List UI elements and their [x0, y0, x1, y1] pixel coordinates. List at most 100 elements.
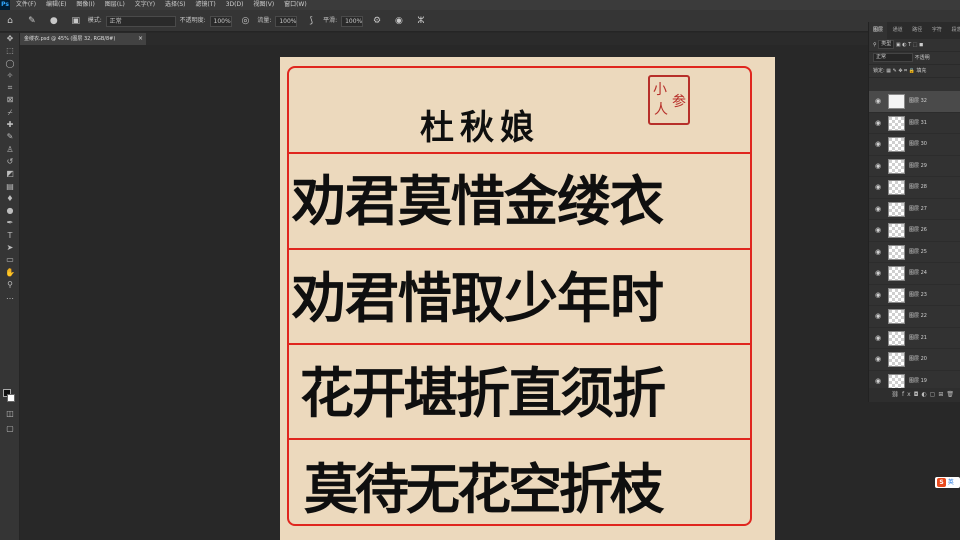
opacity-field[interactable]: 100%: [209, 15, 232, 27]
visibility-eye-icon[interactable]: ◉: [875, 205, 881, 213]
layer-name[interactable]: 图层 30: [909, 140, 927, 148]
blur-tool-icon[interactable]: ♦: [0, 193, 20, 205]
layer-name[interactable]: 图层 28: [909, 183, 927, 191]
ime-indicator[interactable]: S 英: [935, 477, 960, 488]
menu-window[interactable]: 窗口(W): [280, 0, 311, 10]
menu-edit[interactable]: 编辑(E): [42, 0, 70, 10]
close-icon[interactable]: ×: [138, 33, 143, 45]
layer-row[interactable]: ◉ 图层 27: [869, 199, 960, 220]
visibility-eye-icon[interactable]: ◉: [875, 97, 881, 105]
layer-row[interactable]: ◉ 图层 20: [869, 349, 960, 371]
eraser-tool-icon[interactable]: ◩: [0, 168, 20, 180]
layers-panel-footer[interactable]: ⛓fx◘◐▢⊞🗑: [869, 388, 960, 402]
layer-row[interactable]: ◉ 图层 22: [869, 306, 960, 328]
document-tab[interactable]: 金缕衣.psd @ 45% (图层 32, RGB/8#) ×: [20, 33, 146, 45]
type-tool-icon[interactable]: T: [0, 230, 20, 242]
layer-row[interactable]: ◉ 图层 31: [869, 113, 960, 134]
document-canvas[interactable]: 杜秋娘 小 人 参 劝君莫惜金缕衣 劝君惜取少年时 花开堪折直须折 莫待无花空折…: [280, 57, 775, 540]
move-tool-icon[interactable]: ✥: [0, 33, 20, 45]
layer-name[interactable]: 图层 25: [909, 248, 927, 256]
background-color-swatch[interactable]: [7, 394, 15, 402]
tab-character[interactable]: 字符: [928, 22, 946, 39]
visibility-eye-icon[interactable]: ◉: [875, 248, 881, 256]
eyedropper-tool-icon[interactable]: ⌿: [0, 107, 20, 119]
layer-row[interactable]: ◉ 图层 26: [869, 220, 960, 242]
layer-name[interactable]: 图层 19: [909, 377, 927, 385]
lock-icons[interactable]: ▦ ✎ ✥ ⌗ 🔒: [886, 68, 915, 74]
visibility-eye-icon[interactable]: ◉: [875, 183, 881, 191]
tab-layers[interactable]: 图层: [869, 22, 888, 39]
menu-type[interactable]: 文字(Y): [131, 0, 159, 10]
pressure-opacity-icon[interactable]: ◎: [239, 15, 251, 27]
quick-mask-icon[interactable]: ◫: [0, 408, 20, 420]
brush-size-icon[interactable]: ●: [48, 15, 60, 27]
clone-stamp-tool-icon[interactable]: ♙: [0, 144, 20, 156]
shape-tool-icon[interactable]: ▭: [0, 254, 20, 266]
layer-filter-select[interactable]: 类型: [878, 40, 895, 49]
visibility-eye-icon[interactable]: ◉: [875, 140, 881, 148]
pen-tool-icon[interactable]: ✒: [0, 217, 20, 229]
menu-view[interactable]: 视图(V): [249, 0, 278, 10]
lasso-tool-icon[interactable]: ◯: [0, 58, 20, 70]
visibility-eye-icon[interactable]: ◉: [875, 312, 881, 320]
history-brush-tool-icon[interactable]: ↺: [0, 156, 20, 168]
layer-row[interactable]: ◉ 图层 21: [869, 328, 960, 349]
filter-icons[interactable]: ▣ ◐ T ⬚ ◼: [896, 42, 923, 48]
menu-select[interactable]: 选择(S): [161, 0, 190, 10]
layer-row[interactable]: ◉ 图层 29: [869, 156, 960, 177]
tab-channels[interactable]: 通道: [889, 22, 907, 39]
visibility-eye-icon[interactable]: ◉: [875, 291, 881, 299]
layer-row[interactable]: ◉ 图层 32: [869, 91, 960, 113]
healing-brush-tool-icon[interactable]: ✚: [0, 119, 20, 131]
layer-row[interactable]: ◉ 图层 24: [869, 263, 960, 285]
airbrush-icon[interactable]: ⟆: [305, 15, 317, 27]
layer-name[interactable]: 图层 29: [909, 162, 927, 170]
layer-name[interactable]: 图层 26: [909, 226, 927, 234]
layer-name[interactable]: 图层 27: [909, 205, 927, 213]
brush-tool-icon[interactable]: ✎: [0, 131, 20, 143]
visibility-eye-icon[interactable]: ◉: [875, 269, 881, 277]
screen-mode-icon[interactable]: ▢: [0, 423, 20, 435]
blend-mode-select[interactable]: 正常: [873, 53, 913, 62]
edit-toolbar-icon[interactable]: …: [0, 291, 20, 303]
crop-tool-icon[interactable]: ⌗: [0, 82, 20, 94]
flow-field[interactable]: 100%: [275, 15, 298, 27]
layer-name[interactable]: 图层 20: [909, 355, 927, 363]
pressure-size-icon[interactable]: ◉: [393, 15, 405, 27]
smooth-field[interactable]: 100%: [341, 15, 364, 27]
photoshop-logo-icon[interactable]: Ps: [0, 0, 10, 10]
layer-name[interactable]: 图层 31: [909, 119, 927, 127]
frame-tool-icon[interactable]: ⊠: [0, 94, 20, 106]
menu-file[interactable]: 文件(F): [12, 0, 40, 10]
layer-row[interactable]: ◉ 图层 28: [869, 177, 960, 199]
mode-select[interactable]: 正常: [105, 15, 176, 27]
menu-image[interactable]: 图像(I): [72, 0, 98, 10]
brush-panel-toggle-icon[interactable]: ▣: [70, 15, 82, 27]
home-icon[interactable]: ⌂: [4, 15, 16, 27]
visibility-eye-icon[interactable]: ◉: [875, 226, 881, 234]
layer-name[interactable]: 图层 22: [909, 312, 927, 320]
visibility-eye-icon[interactable]: ◉: [875, 162, 881, 170]
layer-name[interactable]: 图层 24: [909, 269, 927, 277]
menu-layer[interactable]: 图层(L): [101, 0, 129, 10]
visibility-eye-icon[interactable]: ◉: [875, 377, 881, 385]
path-selection-tool-icon[interactable]: ➤: [0, 242, 20, 254]
canvas-area[interactable]: 杜秋娘 小 人 参 劝君莫惜金缕衣 劝君惜取少年时 花开堪折直须折 莫待无花空折…: [20, 45, 868, 540]
layer-row[interactable]: ◉ 图层 30: [869, 134, 960, 156]
dodge-tool-icon[interactable]: ●: [0, 205, 20, 217]
brush-preset-icon[interactable]: ✎: [26, 15, 38, 27]
visibility-eye-icon[interactable]: ◉: [875, 355, 881, 363]
layer-row[interactable]: ◉ 图层 25: [869, 242, 960, 263]
tab-paths[interactable]: 路径: [908, 22, 926, 39]
visibility-eye-icon[interactable]: ◉: [875, 119, 881, 127]
layer-name[interactable]: 图层 23: [909, 291, 927, 299]
tab-paragraph[interactable]: 段落: [947, 22, 960, 39]
symmetry-icon[interactable]: ⵣ: [415, 15, 427, 27]
layer-name[interactable]: 图层 21: [909, 334, 927, 342]
marquee-tool-icon[interactable]: ⬚: [0, 45, 20, 57]
gradient-tool-icon[interactable]: ▤: [0, 181, 20, 193]
zoom-tool-icon[interactable]: ⚲: [0, 279, 20, 291]
menu-filter[interactable]: 滤镜(T): [191, 0, 219, 10]
magic-wand-tool-icon[interactable]: ✧: [0, 70, 20, 82]
settings-gear-icon[interactable]: ⚙: [371, 15, 383, 27]
